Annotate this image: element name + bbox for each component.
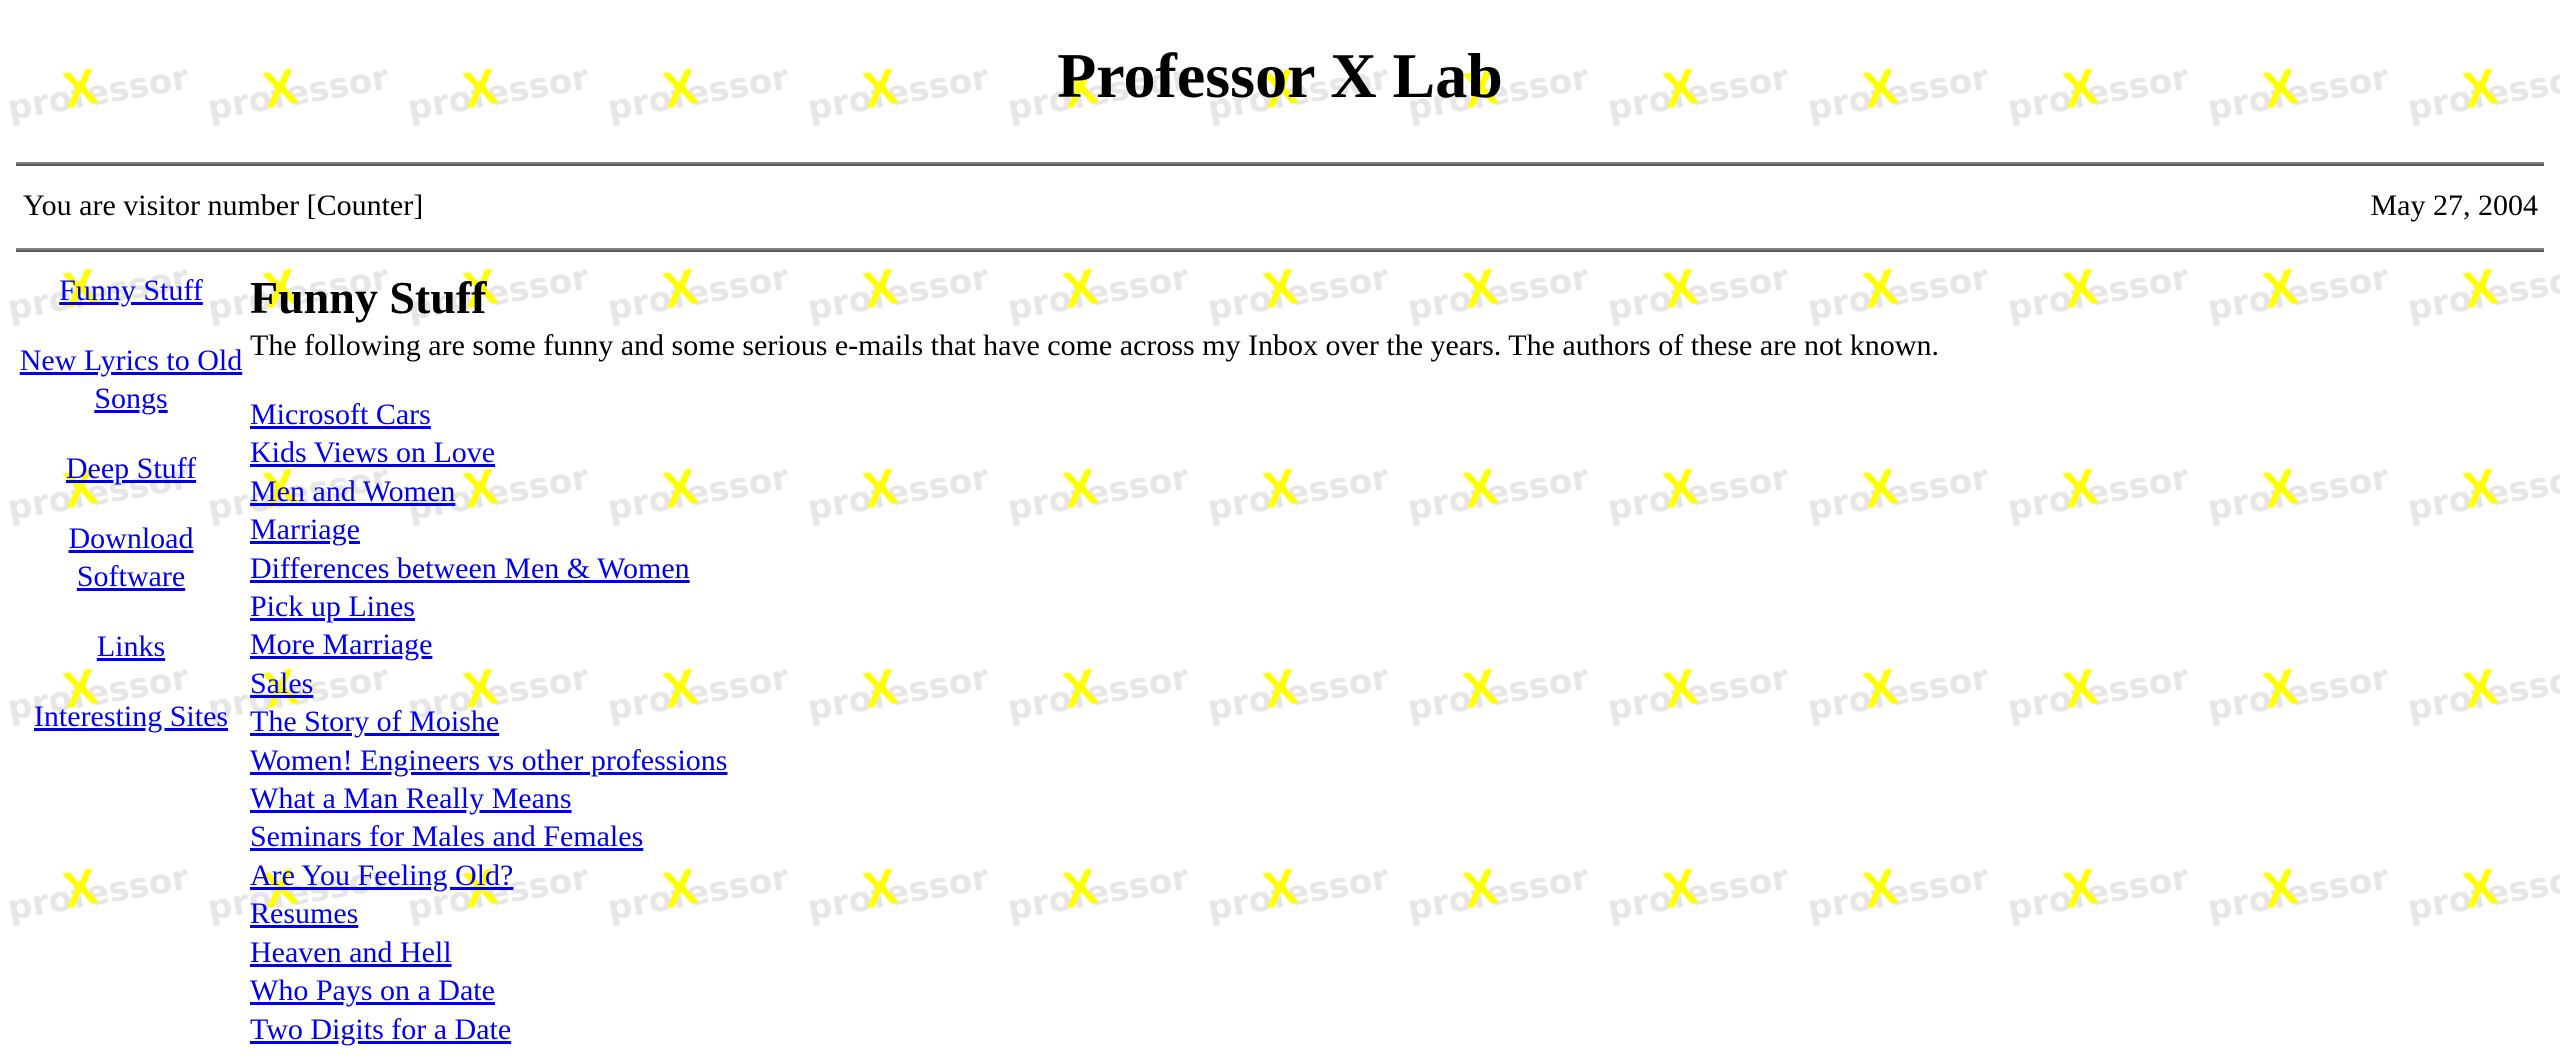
sidebar-nav: Funny Stuff New Lyrics to Old Songs Deep… bbox=[18, 272, 244, 768]
sidebar-item-interesting-sites[interactable]: Interesting Sites bbox=[18, 698, 244, 736]
sidebar-item-download-software[interactable]: Download Software bbox=[18, 520, 244, 596]
page-heading: Funny Stuff bbox=[250, 272, 487, 323]
site-title: Professor X Lab bbox=[1057, 40, 1503, 111]
article-link[interactable]: What a Man Really Means bbox=[250, 780, 2540, 818]
article-link[interactable]: Pick up Lines bbox=[250, 588, 2540, 626]
main-content: Funny Stuff The following are some funny… bbox=[250, 270, 2540, 1049]
article-link[interactable]: Sales bbox=[250, 665, 2540, 703]
article-link[interactable]: Microsoft Cars bbox=[250, 396, 2540, 434]
article-link[interactable]: Resumes bbox=[250, 895, 2540, 933]
article-link[interactable]: Kids Views on Love bbox=[250, 434, 2540, 472]
sidebar-item-links[interactable]: Links bbox=[18, 628, 244, 666]
intro-paragraph: The following are some funny and some se… bbox=[250, 329, 1939, 362]
page-date: May 27, 2004 bbox=[2370, 189, 2539, 222]
article-link[interactable]: Seminars for Males and Females bbox=[250, 818, 2540, 856]
bottom-divider bbox=[16, 248, 2544, 252]
article-link[interactable]: Marriage bbox=[250, 511, 2540, 549]
article-link[interactable]: Men and Women bbox=[250, 473, 2540, 511]
visitor-counter-text: You are visitor number [Counter] bbox=[23, 189, 424, 222]
article-link[interactable]: Women! Engineers vs other professions bbox=[250, 742, 2540, 780]
article-link-list: Microsoft Cars Kids Views on Love Men an… bbox=[250, 396, 2540, 1049]
article-link[interactable]: Who Pays on a Date bbox=[250, 972, 2540, 1010]
article-link[interactable]: Two Digits for a Date bbox=[250, 1011, 2540, 1049]
page: Professor X Lab You are visitor number [… bbox=[0, 0, 2560, 1062]
sidebar-item-funny-stuff[interactable]: Funny Stuff bbox=[18, 272, 244, 310]
sidebar-item-deep-stuff[interactable]: Deep Stuff bbox=[18, 450, 244, 488]
article-link[interactable]: More Marriage bbox=[250, 626, 2540, 664]
top-divider bbox=[16, 162, 2544, 166]
article-link[interactable]: Differences between Men & Women bbox=[250, 550, 2540, 588]
article-link[interactable]: Heaven and Hell bbox=[250, 934, 2540, 972]
sidebar-item-new-lyrics[interactable]: New Lyrics to Old Songs bbox=[18, 342, 244, 418]
article-link[interactable]: Are You Feeling Old? bbox=[250, 857, 2540, 895]
article-link[interactable]: The Story of Moishe bbox=[250, 703, 2540, 741]
